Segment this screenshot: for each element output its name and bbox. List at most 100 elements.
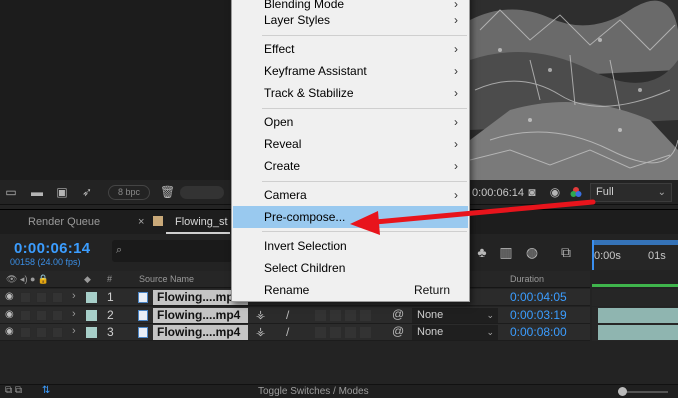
menu-item-effect[interactable]: Effect › (233, 38, 468, 60)
switch-box[interactable] (345, 327, 356, 338)
camera-snapshot-icon[interactable]: ◙ (525, 186, 539, 198)
shy-switch-icon[interactable]: ⚶ (256, 325, 265, 338)
submenu-arrow-icon: › (454, 137, 458, 151)
footage-file-icon (138, 310, 148, 321)
solo-toggle[interactable] (36, 292, 47, 303)
trash-icon[interactable]: 🗑 (160, 186, 175, 198)
folder-icon[interactable]: ▬ (30, 186, 44, 198)
switch-box[interactable] (330, 327, 341, 338)
switch-box[interactable] (345, 310, 356, 321)
menu-item-track-stabilize[interactable]: Track & Stabilize › (233, 82, 468, 104)
eye-icon[interactable]: ◉ (5, 291, 14, 302)
solo-toggle[interactable] (36, 310, 47, 321)
motion-blur-icon[interactable]: ◍ (524, 244, 540, 260)
menu-item-pre-compose[interactable]: Pre-compose... (233, 206, 468, 228)
menu-item-open[interactable]: Open › (233, 111, 468, 133)
menu-item-label: Create (264, 159, 301, 173)
switch-box[interactable] (330, 310, 341, 321)
parent-value: None (417, 309, 444, 321)
eye-icon[interactable]: ◉ (5, 309, 14, 320)
parent-dropdown[interactable]: None ⌄ (412, 308, 498, 323)
expand-arrow-icon[interactable]: › (72, 290, 76, 302)
parent-value: None (417, 326, 444, 338)
layer-name[interactable]: Flowing....mp4 (153, 325, 248, 340)
eye-icon[interactable]: ◉ (5, 326, 14, 337)
menu-item-keyframe-assistant[interactable]: Keyframe Assistant › (233, 60, 468, 82)
show-snapshot-icon[interactable]: ◉ (548, 186, 562, 198)
render-time-icon[interactable]: ⇅ (42, 385, 50, 396)
quality-switch-icon[interactable]: / (286, 325, 289, 339)
duration-column-header[interactable]: Duration (510, 271, 544, 288)
resolution-dropdown[interactable]: Full ⌄ (590, 183, 672, 202)
composition-icon[interactable]: ▣ (55, 186, 69, 198)
switch-box[interactable] (360, 327, 371, 338)
close-tab-icon[interactable]: × (138, 210, 144, 235)
menu-item-reveal[interactable]: Reveal › (233, 133, 468, 155)
menu-item-label: Select Children (264, 261, 346, 275)
submenu-arrow-icon: › (454, 86, 458, 100)
menu-separator (262, 231, 467, 232)
submenu-arrow-icon: › (454, 42, 458, 56)
submenu-arrow-icon: › (454, 115, 458, 129)
layer-row[interactable]: ◉ › 3 Flowing....mp4 ⚶ / @ None ⌄ 0:00:0… (0, 324, 590, 341)
layer-duration[interactable]: 0:00:08:00 (510, 325, 567, 339)
menu-item-label: Open (264, 115, 294, 129)
solo-toggle[interactable] (36, 327, 47, 338)
work-area-bar[interactable] (592, 240, 678, 245)
menu-item-rename[interactable]: Rename Return (233, 279, 468, 301)
snapshot-icon[interactable]: ▭ (4, 186, 18, 198)
draft-3d-icon[interactable]: ♣ (474, 244, 490, 260)
render-icon[interactable]: ➶ (80, 186, 94, 198)
expand-arrow-icon[interactable]: › (72, 325, 76, 337)
menu-item-invert-selection[interactable]: Invert Selection (233, 235, 468, 257)
audio-toggle[interactable] (20, 310, 31, 321)
parent-pickwhip-icon[interactable]: @ (392, 307, 404, 321)
current-time-display[interactable]: 0:00:06:14 (14, 240, 90, 257)
layer-search-input[interactable]: ⌕ (112, 240, 232, 262)
layer-label-color[interactable] (86, 310, 97, 321)
audio-toggle[interactable] (20, 327, 31, 338)
quality-switch-icon[interactable]: / (286, 308, 289, 322)
menu-item-select-children[interactable]: Select Children (233, 257, 468, 279)
source-name-column-header[interactable]: Source Name (139, 271, 194, 288)
ruler-start-label: 0:00s (594, 250, 621, 262)
parent-dropdown[interactable]: None ⌄ (412, 325, 498, 340)
bit-depth-badge[interactable]: 8 bpc (108, 185, 150, 200)
lock-toggle[interactable] (52, 292, 63, 303)
zoom-slider[interactable] (180, 186, 224, 199)
layer-label-color[interactable] (86, 327, 97, 338)
layer-label-color[interactable] (86, 292, 97, 303)
lock-toggle[interactable] (52, 327, 63, 338)
viewer-timecode[interactable]: 0:00:06:14 (470, 185, 524, 201)
layer-clip-bar[interactable] (598, 325, 678, 340)
zoom-slider-handle[interactable] (618, 387, 627, 396)
switch-box[interactable] (315, 310, 326, 321)
layer-duration[interactable]: 0:00:04:05 (510, 290, 567, 304)
frame-blending-icon[interactable]: ▥ (498, 244, 514, 260)
toggle-switches-modes[interactable]: Toggle Switches / Modes (258, 386, 369, 397)
audio-toggle[interactable] (20, 292, 31, 303)
switch-box[interactable] (360, 310, 371, 321)
menu-item-create[interactable]: Create › (233, 155, 468, 177)
layer-row[interactable]: ◉ › 2 Flowing....mp4 ⚶ / @ None ⌄ 0:00:0… (0, 307, 590, 324)
graph-editor-icon[interactable]: ⧉ (558, 244, 574, 260)
menu-item-camera[interactable]: Camera › (233, 184, 468, 206)
expand-arrow-icon[interactable]: › (72, 308, 76, 320)
lock-toggle[interactable] (52, 310, 63, 321)
shy-switch-icon[interactable]: ⚶ (256, 308, 265, 321)
layer-clip-bar[interactable] (598, 308, 678, 323)
tab-render-queue[interactable]: Render Queue (28, 210, 100, 235)
menu-separator (262, 181, 467, 182)
ruler-one-second-label: 01s (648, 250, 666, 262)
menu-item-layer-styles[interactable]: Layer Styles › (233, 9, 468, 31)
layer-name[interactable]: Flowing....mp4 (153, 308, 248, 323)
playhead[interactable] (592, 240, 594, 270)
layer-duration[interactable]: 0:00:03:19 (510, 308, 567, 322)
resolution-value: Full (596, 186, 614, 198)
parent-pickwhip-icon[interactable]: @ (392, 324, 404, 338)
timeline-status-bar: ⧉ ⧉ ⇅ Toggle Switches / Modes (0, 384, 678, 398)
switch-box[interactable] (315, 327, 326, 338)
time-ruler[interactable]: 0:00s 01s (592, 240, 678, 270)
color-channels-icon[interactable] (569, 186, 583, 198)
expand-panes-icon[interactable]: ⧉ ⧉ (5, 385, 22, 396)
